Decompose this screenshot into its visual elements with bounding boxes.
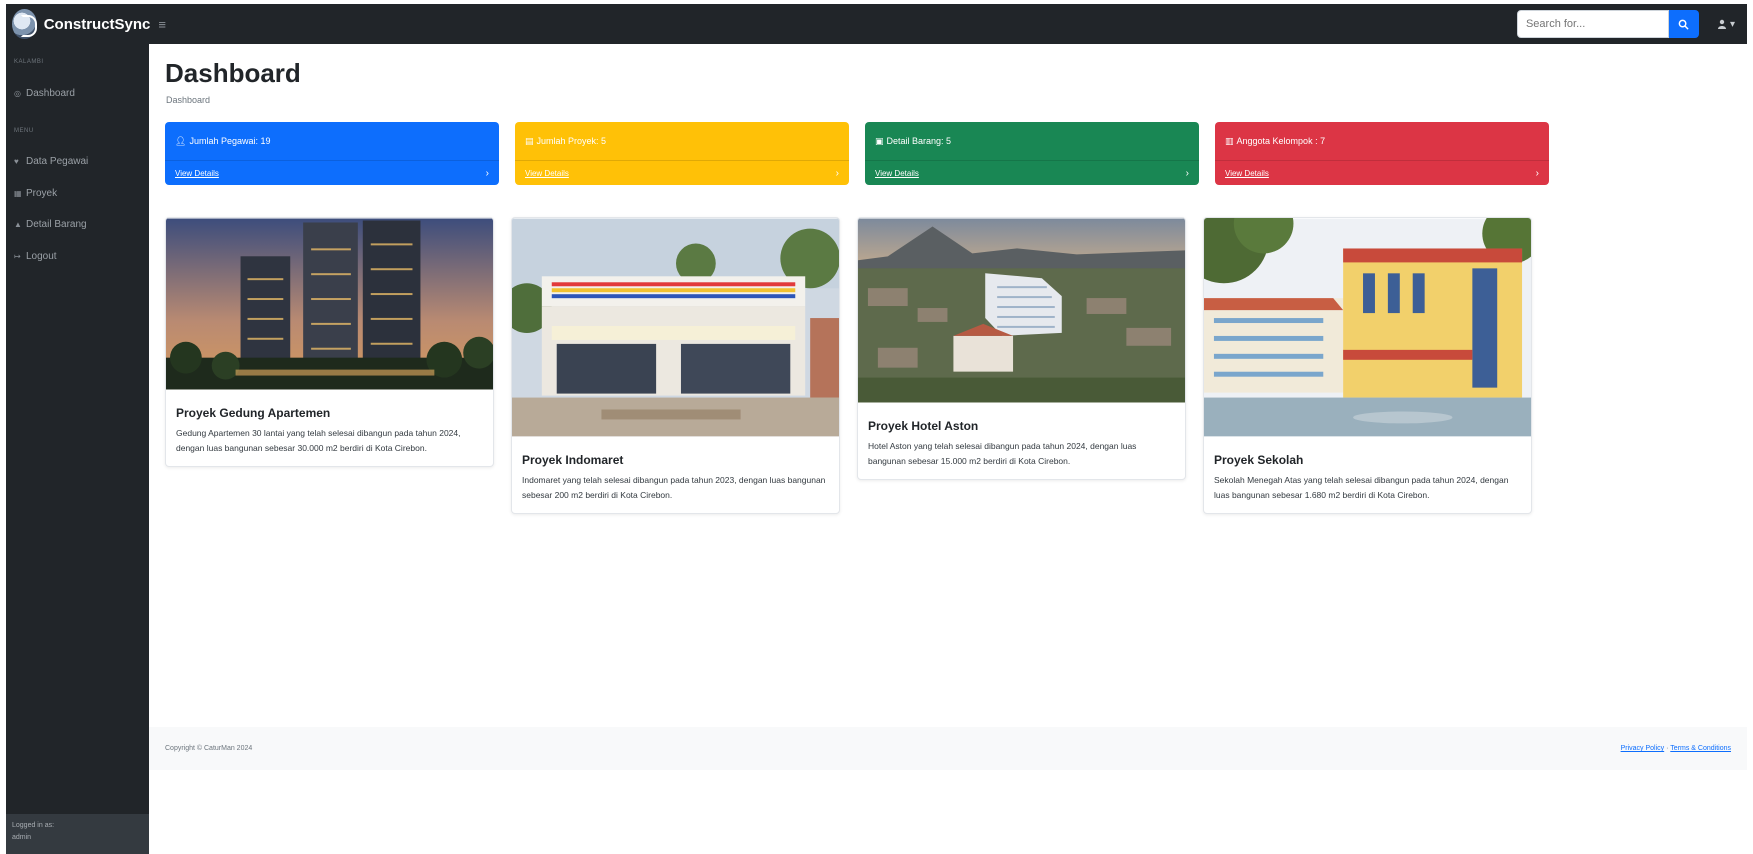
sidebar-item-logout[interactable]: ↦ Logout: [6, 248, 57, 264]
sidebar: KALAMBI ◎ Dashboard MENU ♥ Data Pegawai …: [6, 44, 149, 854]
view-details-link[interactable]: View Details: [525, 169, 569, 178]
project-card-apartemen[interactable]: Proyek Gedung Apartemen Gedung Apartemen…: [165, 217, 494, 467]
page-footer: Copyright © CaturMan 2024 Privacy Policy…: [149, 727, 1747, 770]
stat-card-proyek: ▤ Jumlah Proyek: 5 View Details ›: [515, 122, 849, 185]
footer-links: Privacy Policy · Terms & Conditions: [1621, 745, 1731, 752]
main-content: Dashboard Dashboard 👤︎ Jumlah Pegawai: 1…: [149, 44, 1747, 854]
project-card-body: Proyek Indomaret Indomaret yang telah se…: [512, 442, 839, 513]
gauge-icon: ◎: [14, 88, 21, 98]
stat-label: Detail Barang: 5: [886, 136, 952, 146]
project-card-body: Proyek Hotel Aston Hotel Aston yang tela…: [858, 408, 1185, 479]
sidebar-heading-kalambi: KALAMBI: [14, 59, 44, 65]
user-menu[interactable]: ▾: [1717, 19, 1735, 30]
copyright-text: Copyright © CaturMan 2024: [165, 745, 253, 752]
page-title: Dashboard: [165, 58, 301, 88]
breadcrumb: Dashboard: [166, 95, 211, 105]
caret-down-icon: ▾: [1729, 18, 1735, 30]
logged-in-user: admin: [12, 834, 32, 841]
hotel-aston-photo: [858, 218, 1185, 403]
stat-card-barang: ▣ Detail Barang: 5 View Details ›: [865, 122, 1199, 185]
hamburger-icon[interactable]: ≡: [158, 17, 166, 32]
logged-in-caption: Logged in as:: [12, 822, 55, 829]
stat-card-pegawai: 👤︎ Jumlah Pegawai: 19 View Details ›: [165, 122, 499, 185]
project-description: Sekolah Menegah Atas yang telah selesai …: [1214, 475, 1509, 500]
view-details-link[interactable]: View Details: [875, 169, 919, 178]
view-details-link[interactable]: View Details: [175, 169, 219, 178]
stat-card-footer: View Details ›: [515, 160, 849, 185]
stat-card-header: 👤︎ Jumlah Pegawai: 19: [165, 122, 499, 160]
search-button[interactable]: [1668, 10, 1699, 38]
project-description: Hotel Aston yang telah selesai dibangun …: [868, 441, 1137, 466]
privacy-policy-link[interactable]: Privacy Policy: [1621, 745, 1665, 752]
sidebar-item-label: Logout: [26, 250, 57, 262]
project-card-indomaret[interactable]: Proyek Indomaret Indomaret yang telah se…: [511, 217, 840, 514]
project-title: Proyek Indomaret: [522, 453, 624, 467]
project-title: Proyek Gedung Apartemen: [176, 406, 331, 420]
table-icon: ▤: [525, 135, 534, 146]
indomaret-photo: [512, 218, 839, 437]
project-card-sekolah[interactable]: Proyek Sekolah Sekolah Menegah Atas yang…: [1203, 217, 1532, 514]
view-details-link[interactable]: View Details: [1225, 169, 1269, 178]
stat-card-footer: View Details ›: [1215, 160, 1549, 185]
box-icon: ▲: [14, 219, 22, 229]
user-icon: [1717, 19, 1726, 29]
project-title: Proyek Hotel Aston: [868, 419, 979, 433]
stat-card-header: ▣ Detail Barang: 5: [865, 122, 1199, 160]
stat-card-footer: View Details ›: [865, 160, 1199, 185]
terms-link[interactable]: Terms & Conditions: [1670, 745, 1731, 752]
stat-label: Jumlah Pegawai: 19: [189, 136, 271, 146]
stat-card-header: ▤ Jumlah Proyek: 5: [515, 122, 849, 160]
logout-icon: ↦: [14, 251, 21, 261]
sidebar-item-label: Proyek: [26, 187, 58, 199]
stat-card-footer: View Details ›: [165, 160, 499, 185]
chevron-right-icon[interactable]: ›: [1536, 168, 1539, 179]
search-icon: [1679, 19, 1690, 30]
sekolah-photo: [1204, 218, 1531, 437]
project-card-hotel-aston[interactable]: Proyek Hotel Aston Hotel Aston yang tela…: [857, 217, 1186, 480]
stat-card-kelompok: ▥ Anggota Kelompok : 7 View Details ›: [1215, 122, 1549, 185]
sidebar-item-label: Dashboard: [26, 87, 75, 99]
sidebar-item-label: Data Pegawai: [26, 155, 89, 167]
sidebar-item-proyek[interactable]: ▦ Proyek: [6, 185, 57, 201]
user-icon: 👤︎: [175, 135, 187, 146]
apartment-photo: [166, 218, 493, 390]
group-icon: ▥: [1225, 135, 1234, 146]
sidebar-heading-menu: MENU: [14, 128, 34, 134]
project-title: Proyek Sekolah: [1214, 453, 1304, 467]
building-icon: ▦: [14, 188, 22, 198]
stat-label: Jumlah Proyek: 5: [536, 136, 607, 146]
footer-separator: ·: [1666, 745, 1669, 752]
project-description: Indomaret yang telah selesai dibangun pa…: [522, 475, 826, 500]
chevron-right-icon[interactable]: ›: [836, 168, 839, 179]
stat-card-header: ▥ Anggota Kelompok : 7: [1215, 122, 1549, 160]
sidebar-footer: Logged in as: admin: [6, 814, 149, 854]
users-icon: ♥: [14, 156, 19, 166]
project-card-body: Proyek Sekolah Sekolah Menegah Atas yang…: [1204, 442, 1531, 513]
chevron-right-icon[interactable]: ›: [486, 168, 489, 179]
chevron-right-icon[interactable]: ›: [1186, 168, 1189, 179]
brand[interactable]: ConstructSync ≡: [6, 4, 166, 44]
sidebar-item-label: Detail Barang: [26, 218, 87, 230]
brand-name: ConstructSync: [43, 15, 151, 33]
project-description: Gedung Apartemen 30 lantai yang telah se…: [176, 428, 461, 453]
search-form: [1516, 10, 1699, 38]
project-card-body: Proyek Gedung Apartemen Gedung Apartemen…: [166, 395, 493, 466]
sidebar-item-dashboard[interactable]: ◎ Dashboard: [6, 85, 75, 101]
stat-label: Anggota Kelompok : 7: [1236, 136, 1326, 146]
top-navbar: ConstructSync ≡ ▾: [6, 4, 1747, 44]
constructsync-logo: [12, 9, 37, 39]
search-input[interactable]: [1516, 10, 1669, 38]
images-icon: ▣: [875, 135, 884, 146]
sidebar-item-data-pegawai[interactable]: ♥ Data Pegawai: [6, 153, 88, 169]
sidebar-item-detail-barang[interactable]: ▲ Detail Barang: [6, 216, 87, 232]
